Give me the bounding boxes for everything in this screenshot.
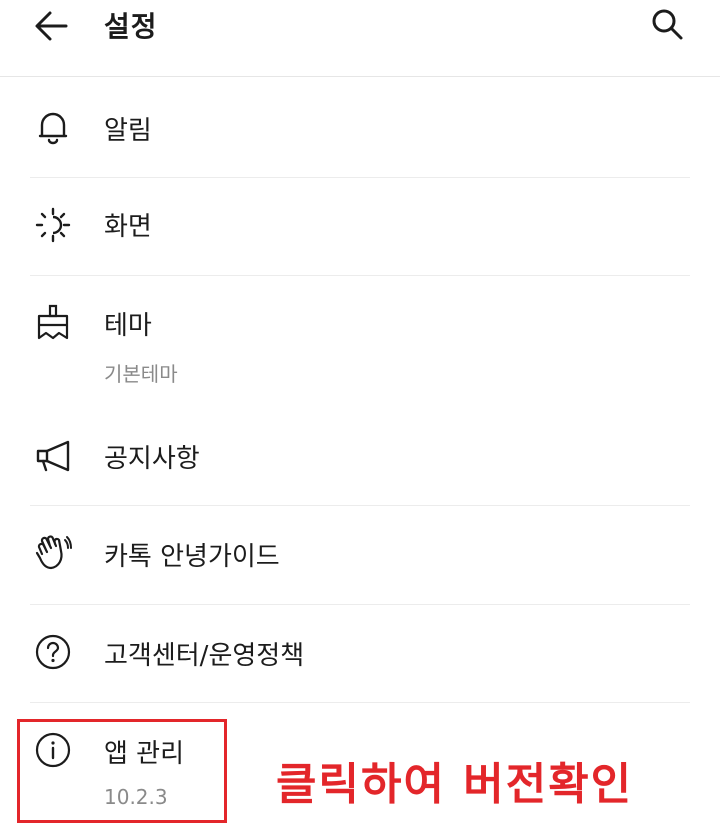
settings-item-display[interactable]: 화면: [30, 178, 690, 276]
annotation-text: 클릭하여 버전확인: [276, 759, 634, 810]
settings-item-label: 공지사항: [104, 444, 200, 474]
app-header: 설정: [0, 0, 720, 77]
bell-icon: [34, 108, 72, 146]
settings-item-guide[interactable]: 카톡 안녕가이드: [30, 506, 690, 605]
settings-item-notices[interactable]: 공지사항: [30, 410, 690, 506]
settings-item-subtext: 기본테마: [104, 362, 178, 386]
settings-item-theme[interactable]: 테마 기본테마: [30, 276, 690, 396]
settings-item-label: 고객센터/운영정책: [104, 641, 305, 671]
settings-item-label: 알림: [104, 116, 152, 146]
waving-hand-icon: [34, 534, 72, 572]
back-button[interactable]: [30, 6, 74, 46]
paint-brush-icon: [34, 303, 72, 341]
arrow-left-icon: [35, 11, 68, 41]
settings-item-label: 테마: [104, 311, 152, 341]
annotation-highlight-box: [17, 719, 227, 823]
search-button[interactable]: [646, 4, 690, 44]
help-circle-icon: [34, 633, 72, 671]
search-icon: [652, 9, 683, 40]
settings-item-label: 카톡 안녕가이드: [104, 542, 280, 572]
megaphone-icon: [34, 437, 72, 475]
brightness-icon: [34, 206, 72, 244]
settings-item-label: 화면: [104, 212, 152, 242]
settings-item-support[interactable]: 고객센터/운영정책: [30, 605, 690, 703]
page-title: 설정: [104, 10, 158, 43]
settings-item-notifications[interactable]: 알림: [30, 80, 690, 178]
